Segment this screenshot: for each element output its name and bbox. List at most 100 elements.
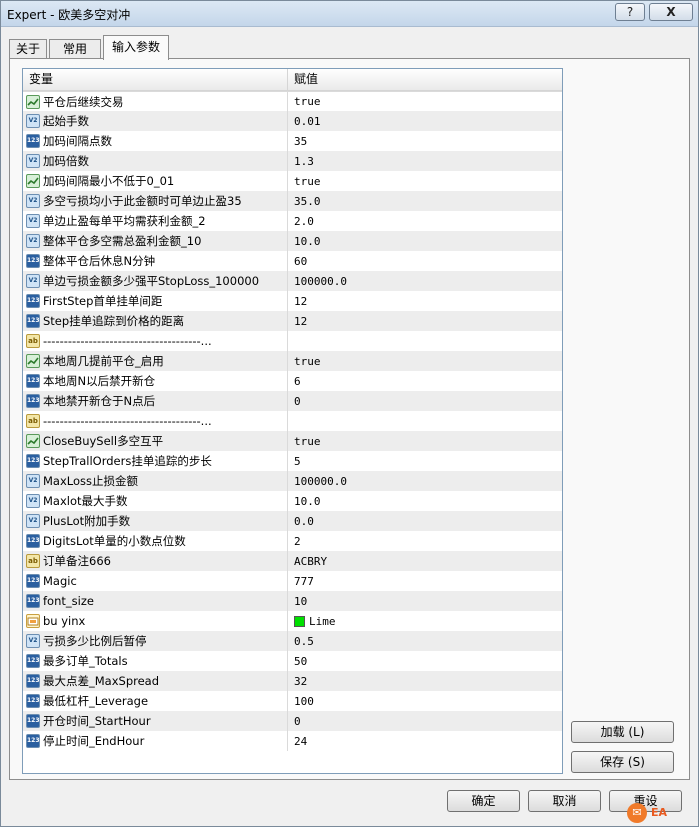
value-cell[interactable]: 2.0: [288, 211, 562, 231]
table-row[interactable]: 123 本地禁开新仓于N点后 0: [23, 391, 562, 411]
table-row[interactable]: V2 Maxlot最大手数 10.0: [23, 491, 562, 511]
table-row[interactable]: 123 停止时间_EndHour 24: [23, 731, 562, 751]
table-row[interactable]: 123 StepTrallOrders挂单追踪的步长 5: [23, 451, 562, 471]
help-button[interactable]: ?: [615, 3, 645, 21]
table-row[interactable]: 123 最低杠杆_Leverage 100: [23, 691, 562, 711]
table-row[interactable]: ab 订单备注666 ACBRY: [23, 551, 562, 571]
variable-cell[interactable]: V2 PlusLot附加手数: [23, 511, 288, 531]
table-row[interactable]: 123 开仓时间_StartHour 0: [23, 711, 562, 731]
column-header-value[interactable]: 赋值: [288, 69, 562, 90]
value-cell[interactable]: 100: [288, 691, 562, 711]
value-cell[interactable]: 1.3: [288, 151, 562, 171]
table-row[interactable]: V2 MaxLoss止损金额 100000.0: [23, 471, 562, 491]
variable-cell[interactable]: V2 起始手数: [23, 111, 288, 131]
variable-cell[interactable]: V2 整体平仓多空需总盈利金额_10: [23, 231, 288, 251]
table-row[interactable]: 123 最大点差_MaxSpread 32: [23, 671, 562, 691]
variable-cell[interactable]: V2 亏损多少比例后暂停: [23, 631, 288, 651]
variable-cell[interactable]: V2 多空亏损均小于此金额时可单边止盈35: [23, 191, 288, 211]
table-row[interactable]: 123 FirstStep首单挂单间距 12: [23, 291, 562, 311]
variable-cell[interactable]: 123 加码间隔点数: [23, 131, 288, 151]
table-row[interactable]: 123 Magic 777: [23, 571, 562, 591]
variable-cell[interactable]: 123 FirstStep首单挂单间距: [23, 291, 288, 311]
tab-inputs[interactable]: 输入参数: [103, 35, 169, 60]
table-row[interactable]: V2 PlusLot附加手数 0.0: [23, 511, 562, 531]
variable-cell[interactable]: V2 MaxLoss止损金额: [23, 471, 288, 491]
variable-cell[interactable]: 123 StepTrallOrders挂单追踪的步长: [23, 451, 288, 471]
save-button[interactable]: 保存 (S): [571, 751, 674, 773]
variable-cell[interactable]: 123 本地禁开新仓于N点后: [23, 391, 288, 411]
variable-cell[interactable]: 123 最大点差_MaxSpread: [23, 671, 288, 691]
table-row[interactable]: V2 整体平仓多空需总盈利金额_10 10.0: [23, 231, 562, 251]
value-cell[interactable]: 50: [288, 651, 562, 671]
variable-cell[interactable]: 平仓后继续交易: [23, 92, 288, 111]
value-cell[interactable]: 24: [288, 731, 562, 751]
variable-cell[interactable]: 123 DigitsLot单量的小数点位数: [23, 531, 288, 551]
table-row[interactable]: 平仓后继续交易 true: [23, 91, 562, 111]
value-cell[interactable]: 6: [288, 371, 562, 391]
value-cell[interactable]: true: [288, 171, 562, 191]
value-cell[interactable]: true: [288, 351, 562, 371]
load-button[interactable]: 加载 (L): [571, 721, 674, 743]
column-header-variable[interactable]: 变量: [23, 69, 288, 90]
value-cell[interactable]: ACBRY: [288, 551, 562, 571]
tab-common[interactable]: 常用: [49, 39, 101, 59]
variable-cell[interactable]: 123 最多订单_Totals: [23, 651, 288, 671]
variable-cell[interactable]: 123 整体平仓后休息N分钟: [23, 251, 288, 271]
value-cell[interactable]: 10.0: [288, 231, 562, 251]
variable-cell[interactable]: CloseBuySell多空互平: [23, 431, 288, 451]
variable-cell[interactable]: bu yinx: [23, 611, 288, 631]
value-cell[interactable]: 0.0: [288, 511, 562, 531]
value-cell[interactable]: 35: [288, 131, 562, 151]
value-cell[interactable]: 10: [288, 591, 562, 611]
value-cell[interactable]: 0: [288, 711, 562, 731]
table-row[interactable]: V2 多空亏损均小于此金额时可单边止盈35 35.0: [23, 191, 562, 211]
value-cell[interactable]: true: [288, 431, 562, 451]
variable-cell[interactable]: ab --------------------------------------…: [23, 331, 288, 351]
table-row[interactable]: 123 Step挂单追踪到价格的距离 12: [23, 311, 562, 331]
table-row[interactable]: V2 加码倍数 1.3: [23, 151, 562, 171]
value-cell[interactable]: 35.0: [288, 191, 562, 211]
table-row[interactable]: 加码间隔最小不低于0_01 true: [23, 171, 562, 191]
value-cell[interactable]: 2: [288, 531, 562, 551]
table-row[interactable]: CloseBuySell多空互平 true: [23, 431, 562, 451]
ok-button[interactable]: 确定: [447, 790, 520, 812]
table-row[interactable]: V2 起始手数 0.01: [23, 111, 562, 131]
value-cell[interactable]: 0: [288, 391, 562, 411]
table-row[interactable]: 123 加码间隔点数 35: [23, 131, 562, 151]
value-cell[interactable]: 32: [288, 671, 562, 691]
variable-cell[interactable]: 123 最低杠杆_Leverage: [23, 691, 288, 711]
table-row[interactable]: V2 单边亏损金额多少强平StopLoss_100000 100000.0: [23, 271, 562, 291]
table-row[interactable]: 123 font_size 10: [23, 591, 562, 611]
table-row[interactable]: bu yinx Lime: [23, 611, 562, 631]
value-cell[interactable]: 100000.0: [288, 471, 562, 491]
value-cell[interactable]: 0.01: [288, 111, 562, 131]
value-cell[interactable]: 12: [288, 311, 562, 331]
table-row[interactable]: ab --------------------------------------…: [23, 331, 562, 351]
table-row[interactable]: ab --------------------------------------…: [23, 411, 562, 431]
variable-cell[interactable]: 123 本地周N以后禁开新仓: [23, 371, 288, 391]
value-cell[interactable]: [288, 411, 562, 431]
variable-cell[interactable]: ab --------------------------------------…: [23, 411, 288, 431]
variable-cell[interactable]: V2 单边亏损金额多少强平StopLoss_100000: [23, 271, 288, 291]
variable-cell[interactable]: 123 font_size: [23, 591, 288, 611]
variable-cell[interactable]: 123 Step挂单追踪到价格的距离: [23, 311, 288, 331]
tab-about[interactable]: 关于: [9, 39, 47, 59]
table-row[interactable]: V2 单边止盈每单平均需获利金额_2 2.0: [23, 211, 562, 231]
value-cell[interactable]: 777: [288, 571, 562, 591]
table-row[interactable]: 本地周几提前平仓_启用 true: [23, 351, 562, 371]
variable-cell[interactable]: 123 开仓时间_StartHour: [23, 711, 288, 731]
table-row[interactable]: V2 亏损多少比例后暂停 0.5: [23, 631, 562, 651]
value-cell[interactable]: 0.5: [288, 631, 562, 651]
variable-cell[interactable]: V2 Maxlot最大手数: [23, 491, 288, 511]
value-cell[interactable]: true: [288, 92, 562, 111]
variable-cell[interactable]: 加码间隔最小不低于0_01: [23, 171, 288, 191]
cancel-button[interactable]: 取消: [528, 790, 601, 812]
table-row[interactable]: 123 DigitsLot单量的小数点位数 2: [23, 531, 562, 551]
value-cell[interactable]: Lime: [288, 611, 562, 631]
parameter-grid[interactable]: 变量 赋值 平仓后继续交易 true V2 起始手数 0.01 123 加码间隔点数 35 V2…: [22, 68, 563, 774]
variable-cell[interactable]: V2 加码倍数: [23, 151, 288, 171]
value-cell[interactable]: 100000.0: [288, 271, 562, 291]
title-bar[interactable]: Expert - 欧美多空对冲 ? X: [1, 1, 698, 27]
close-button[interactable]: X: [649, 3, 693, 21]
variable-cell[interactable]: 123 停止时间_EndHour: [23, 731, 288, 751]
